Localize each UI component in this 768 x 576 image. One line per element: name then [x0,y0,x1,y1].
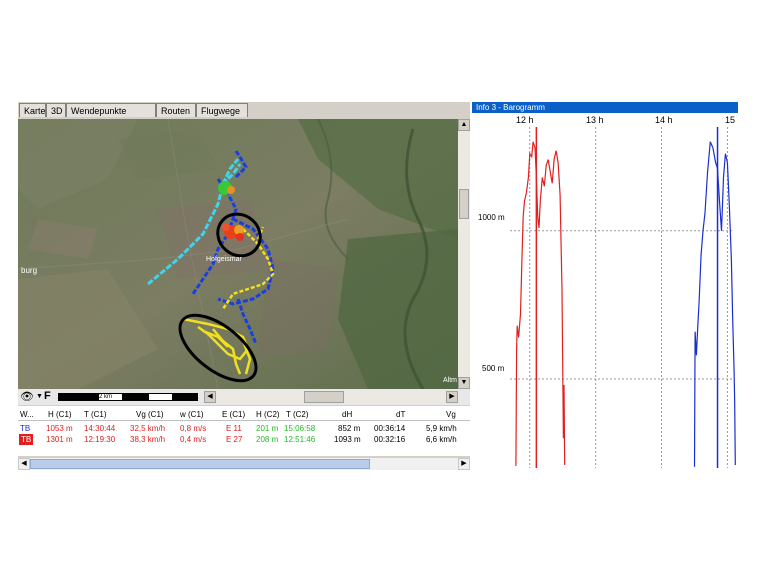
time-label: 12 h [516,115,534,125]
scale-bar-segment [148,393,173,401]
dropdown-arrow-icon[interactable]: ▼ [36,391,43,403]
barogram-pane: Info 3 - Barogramm 12 h 13 h 14 h 15 h 1… [472,102,738,470]
scroll-down-icon[interactable]: ▼ [458,377,470,389]
cell-dh: 852 m [338,424,361,433]
flight-stats-table: W... H (C1) T (C1) Vg (C1) w (C1) E (C1)… [18,406,470,456]
scale-bar-label: 2 km [98,393,123,401]
map-vertical-scrollbar[interactable]: ▲ ▼ [458,119,470,389]
cell-vg: 5,9 km/h [426,424,457,433]
cell-t2: 12:51:46 [284,435,316,444]
cell-h2: 201 m [256,424,279,433]
scale-letter: F [44,390,51,402]
map-label-corner: Altm [443,377,457,384]
tab-bar: Karte 3D Wendepunkte Routen Flugwege [18,102,470,119]
cell-dt: 00:32:16 [374,435,406,444]
cell-vg1: 38,3 km/h [130,435,166,444]
col-header[interactable]: Vg [446,409,456,420]
eye-icon[interactable]: 👁 [20,390,34,404]
cell-h2: 208 m [256,435,279,444]
map-horizontal-scrollbar[interactable]: ◀ ▶ [204,391,458,403]
cell-e1: E 11 [226,424,242,433]
map-horizontal-thumb[interactable] [304,391,344,403]
cell-t2: 15:06:58 [284,424,316,433]
map-label-burg: burg [21,266,38,275]
col-header[interactable]: H (C2) [256,409,280,420]
barogram-title: Info 3 - Barogramm [472,102,738,113]
alt-label: 500 m [482,364,505,373]
cell-h1: 1053 m [46,424,73,433]
cell-e1: E 27 [226,435,243,444]
tab-flugwege[interactable]: Flugwege [196,103,248,117]
map-vertical-thumb[interactable] [459,189,469,219]
time-label: 13 h [586,115,604,125]
cell-h1: 1301 m [46,435,73,444]
altitude-series-2 [693,141,736,467]
col-header[interactable]: W... [20,409,34,420]
col-header[interactable]: E (C1) [222,409,245,420]
satellite-map[interactable]: burg Hofgeismar Altm [18,119,458,389]
scroll-up-icon[interactable]: ▲ [458,119,470,131]
col-header[interactable]: T (C2) [286,409,309,420]
cell-vg1: 32,5 km/h [130,424,166,433]
time-label: 15 h [725,115,738,125]
map-label-hofgeismar: Hofgeismar [206,256,242,263]
tab-3d[interactable]: 3D [46,103,66,117]
scale-bar-segment [123,393,148,401]
time-label: 14 h [655,115,673,125]
scroll-left-icon[interactable]: ◀ [204,391,216,403]
col-header[interactable]: w (C1) [180,409,204,420]
altitude-series-1 [515,141,566,466]
col-header[interactable]: Vg (C1) [136,409,164,420]
tab-karte[interactable]: Karte [19,103,46,117]
table-row[interactable]: TB 1053 m 14:30:44 32,5 km/h 0,8 m/s E 1… [18,423,470,434]
scale-bar-segment [173,393,198,401]
barogram-chart: 12 h 13 h 14 h 15 h 1000 m 500 m [478,115,738,468]
cell-dt: 00:36:14 [374,424,406,433]
scroll-left-icon[interactable]: ◀ [18,458,30,470]
cell-t1: 12:19:30 [84,435,116,444]
col-header[interactable]: dH [342,409,352,420]
cell-id: TB [19,434,34,445]
col-header[interactable]: H (C1) [48,409,72,420]
col-header[interactable]: dT [396,409,405,420]
col-header[interactable]: T (C1) [84,409,107,420]
scroll-right-icon[interactable]: ▶ [446,391,458,403]
table-row[interactable]: TB 1301 m 12:19:30 38,3 km/h 0,4 m/s E 2… [18,434,470,445]
map-pane: Karte 3D Wendepunkte Routen Flugwege bur… [18,102,470,470]
table-header: W... H (C1) T (C1) Vg (C1) w (C1) E (C1)… [18,409,470,421]
cell-t1: 14:30:44 [84,424,116,433]
cell-w1: 0,4 m/s [180,435,207,444]
tab-wendepunkte[interactable]: Wendepunkte [66,103,156,117]
scroll-right-icon[interactable]: ▶ [458,458,470,470]
cell-dh: 1093 m [334,435,361,444]
table-horizontal-scrollbar[interactable]: ◀ ▶ [18,458,470,470]
cell-vg: 6,6 km/h [426,435,457,444]
tab-routen[interactable]: Routen [156,103,196,117]
map-toolbar: 👁 ▼ F 2 km ◀ ▶ [18,389,470,405]
cell-w1: 0,8 m/s [180,424,207,433]
table-horizontal-thumb[interactable] [30,459,370,469]
scale-bar-segment [58,393,98,401]
alt-label: 1000 m [478,213,505,222]
cell-id: TB [20,424,31,433]
